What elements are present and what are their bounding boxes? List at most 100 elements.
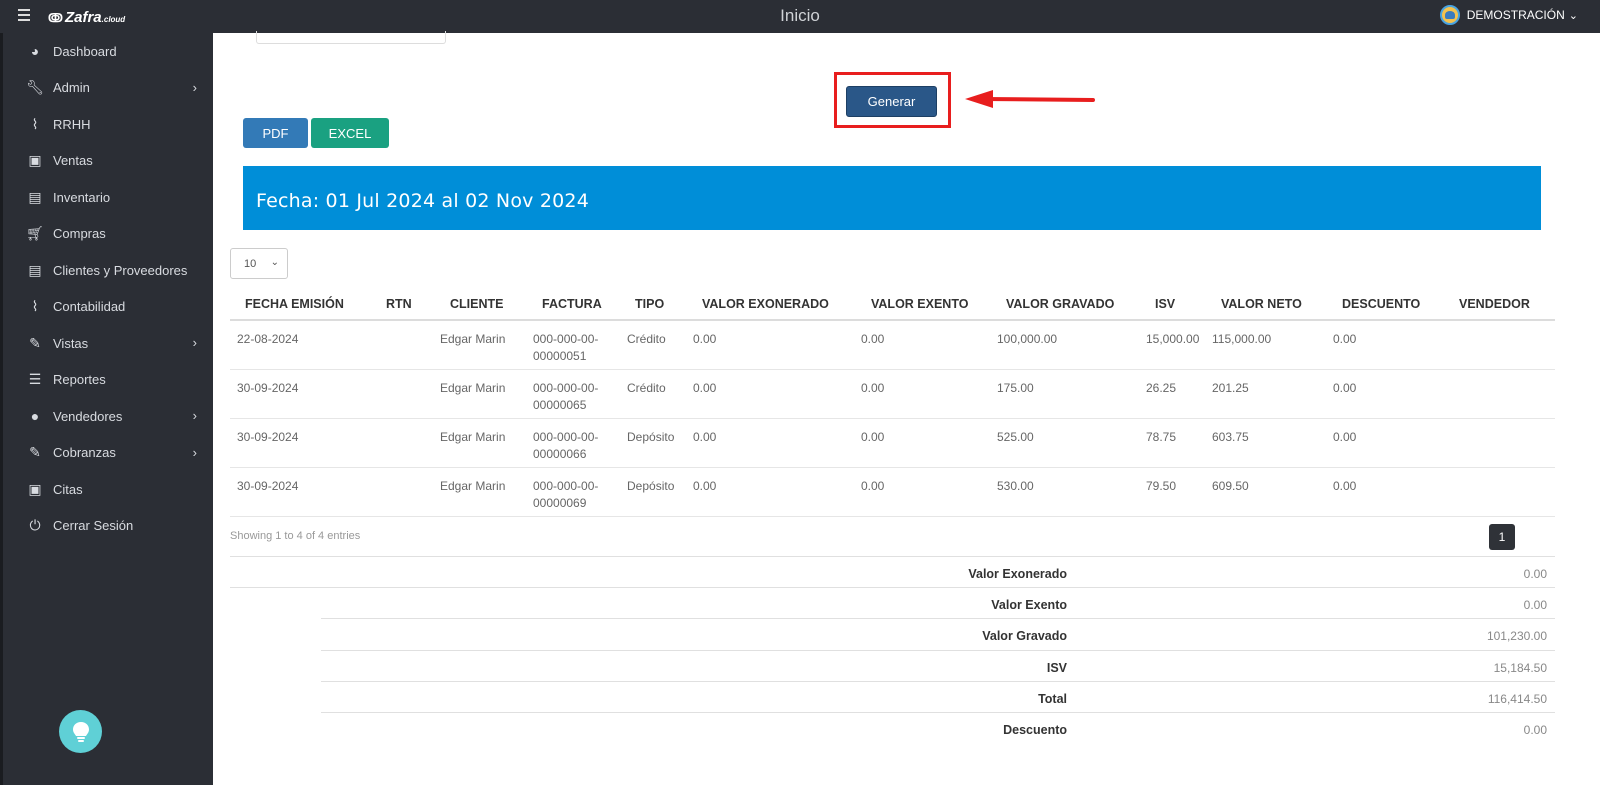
column-header[interactable]: VENDEDOR: [1449, 288, 1555, 321]
user-menu[interactable]: DEMOSTRACIÓN ⌄: [1439, 5, 1578, 25]
column-header[interactable]: VALOR EXENTO: [861, 288, 997, 321]
paperclip-icon: ⌇: [31, 115, 39, 132]
sidebar-item-label: Vendedores: [53, 408, 123, 424]
chevron-right-icon: ›: [192, 408, 197, 423]
sidebar-item-label: Clientes y Proveedores: [53, 262, 188, 278]
edit-icon: ✎: [29, 334, 41, 351]
table-header-row: FECHA EMISIÓN RTN CLIENTE FACTURA TIPO V…: [230, 288, 1555, 321]
totals-row: Valor Exento 0.00: [230, 587, 1555, 618]
main-content: Generar PDF EXCEL Fecha: 01 Jul 2024 al …: [213, 31, 1600, 785]
cell-vendedor: [1449, 418, 1555, 468]
cell-isv: 26.25: [1146, 369, 1212, 419]
totals-value: 101,230.00: [1486, 629, 1547, 644]
cell-exento: 0.00: [861, 369, 997, 419]
cell-descuento: 0.00: [1333, 320, 1449, 370]
totals-value: 0.00: [1523, 722, 1547, 737]
sidebar-item-vendedores[interactable]: ● Vendedores ›: [3, 398, 213, 435]
generar-button[interactable]: Generar: [846, 86, 937, 117]
lightbulb-help-button[interactable]: [59, 710, 102, 753]
lightbulb-icon: [72, 721, 89, 742]
pdf-export-button[interactable]: PDF: [243, 118, 308, 148]
power-icon: ⏻: [29, 517, 41, 534]
table-row: 30-09-2024 Edgar Marin 000-000-00-000000…: [230, 418, 1555, 468]
sidebar-item-admin[interactable]: 🔧︎ Admin ›: [3, 70, 213, 107]
sidebar-item-label: Inventario: [53, 189, 111, 205]
annotation-arrow-icon: [965, 90, 1095, 108]
sidebar-item-vistas[interactable]: ✎ Vistas ›: [3, 325, 213, 362]
cell-neto: 609.50: [1212, 467, 1333, 517]
chevron-right-icon: ›: [192, 79, 197, 95]
column-header[interactable]: VALOR GRAVADO: [997, 288, 1146, 321]
column-header[interactable]: TIPO: [627, 288, 693, 321]
totals-label: Descuento: [1003, 722, 1067, 737]
totals-label: Valor Exonerado: [968, 567, 1067, 581]
cell-tipo: Depósito: [627, 418, 693, 468]
sidebar-item-compras[interactable]: 🛒︎ Compras: [3, 216, 213, 253]
top-bar: ↂ Zafra .cloud Inicio DEMOSTRACIÓN ⌄: [0, 0, 1600, 33]
totals-value: 116,414.50: [1487, 691, 1547, 706]
sidebar-item-inventario[interactable]: ▤ Inventario: [3, 179, 213, 216]
paperclip-icon: ⌇: [31, 298, 39, 315]
sidebar-item-label: Ventas: [53, 153, 93, 169]
chevron-down-icon: ⌄: [270, 257, 279, 268]
column-header[interactable]: VALOR NETO: [1212, 288, 1333, 321]
sidebar-item-cobranzas[interactable]: ✎ Cobranzas ›: [3, 435, 213, 472]
cell-neto: 115,000.00: [1212, 320, 1333, 370]
cell-factura: 000-000-00-00000065: [530, 369, 627, 419]
column-header[interactable]: ISV: [1146, 288, 1212, 321]
cell-neto: 201.25: [1212, 369, 1333, 419]
cell-exento: 0.00: [861, 467, 997, 517]
sidebar-item-label: Vistas: [53, 335, 89, 351]
cell-rtn: [370, 467, 440, 517]
cell-gravado: 525.00: [997, 418, 1146, 468]
totals-label: Valor Gravado: [982, 629, 1067, 644]
cell-isv: 79.50: [1146, 467, 1212, 517]
cell-fecha: 30-09-2024: [230, 467, 370, 517]
sidebar-item-dashboard[interactable]: ◕ Dashboard: [3, 33, 213, 70]
book-icon: ▤: [28, 261, 42, 278]
sidebar-item-cerrar-sesion[interactable]: ⏻ Cerrar Sesión: [3, 508, 213, 545]
cell-factura: 000-000-00-00000051: [530, 320, 627, 370]
excel-export-button[interactable]: EXCEL: [311, 118, 389, 148]
cell-tipo: Crédito: [627, 369, 693, 419]
sidebar-item-clientes-proveedores[interactable]: ▤ Clientes y Proveedores: [3, 252, 213, 289]
sidebar-item-reportes[interactable]: ☰ Reportes: [3, 362, 213, 399]
column-header[interactable]: VALOR EXONERADO: [693, 288, 861, 321]
sidebar-item-contabilidad[interactable]: ⌇ Contabilidad: [3, 289, 213, 326]
cell-factura: 000-000-00-00000066: [530, 418, 627, 468]
column-header[interactable]: CLIENTE: [440, 288, 530, 321]
sidebar-item-ventas[interactable]: ▣ Ventas: [3, 143, 213, 180]
cell-tipo: Crédito: [627, 320, 693, 370]
cart-icon: 🛒︎: [26, 225, 44, 242]
cell-fecha: 30-09-2024: [230, 369, 370, 419]
cell-gravado: 530.00: [997, 467, 1146, 517]
sidebar-item-label: Contabilidad: [53, 299, 126, 315]
cell-exento: 0.00: [861, 320, 997, 370]
totals-summary: Valor Exonerado 0.00 Valor Exento 0.00 V…: [230, 556, 1555, 743]
sidebar-item-citas[interactable]: ▣ Citas: [3, 471, 213, 508]
chevron-down-icon: ⌄: [1568, 9, 1578, 22]
sidebar-item-rrhh[interactable]: ⌇ RRHH: [3, 106, 213, 143]
date-filter-field[interactable]: [256, 31, 446, 44]
column-header[interactable]: FECHA EMISIÓN: [230, 288, 370, 321]
cell-exonerado: 0.00: [693, 467, 861, 517]
page-length-select[interactable]: 10 ⌄: [230, 248, 288, 279]
sidebar-item-label: Cerrar Sesión: [53, 518, 134, 534]
table-row: 22-08-2024 Edgar Marin 000-000-00-000000…: [230, 320, 1555, 370]
sidebar-item-label: RRHH: [53, 116, 91, 132]
column-header[interactable]: DESCUENTO: [1333, 288, 1449, 321]
cell-rtn: [370, 418, 440, 468]
cell-cliente: Edgar Marin: [440, 467, 530, 517]
cell-exento: 0.00: [861, 418, 997, 468]
totals-row: Valor Gravado 101,230.00: [321, 618, 1555, 649]
column-header[interactable]: FACTURA: [530, 288, 627, 321]
totals-row: Descuento 0.00: [321, 711, 1555, 743]
chevron-right-icon: ›: [192, 444, 197, 460]
cell-cliente: Edgar Marin: [440, 369, 530, 419]
list-icon: ☰: [28, 371, 42, 388]
sidebar-item-label: Compras: [53, 226, 106, 242]
date-range-banner: Fecha: 01 Jul 2024 al 02 Nov 2024: [243, 166, 1541, 230]
column-header[interactable]: RTN: [370, 288, 440, 321]
pagination-page-button[interactable]: 1: [1489, 524, 1515, 550]
totals-value: 15,184.50: [1493, 660, 1547, 675]
